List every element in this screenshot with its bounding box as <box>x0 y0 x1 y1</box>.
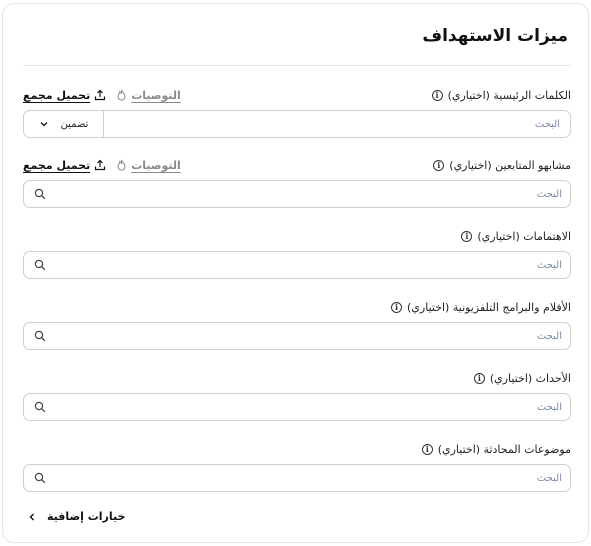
recommendations-label: التوصيات <box>131 158 181 172</box>
keywords-label: الكلمات الرئيسية (اختياري) <box>447 88 571 102</box>
follower-lookalikes-search-box <box>23 180 571 208</box>
keywords-bulk-upload-link[interactable]: تحميل مجمع <box>23 89 106 102</box>
movies-tv-search-input[interactable] <box>82 330 562 342</box>
interests-label: الاهتمامات (اختياري) <box>477 229 571 243</box>
conversation-topics-search-box <box>23 464 571 492</box>
info-icon[interactable]: i <box>433 159 445 171</box>
info-icon[interactable]: i <box>431 89 443 101</box>
follower-lookalikes-search-input[interactable] <box>82 188 562 200</box>
events-search-input[interactable] <box>82 401 562 413</box>
chevron-down-icon <box>40 122 48 127</box>
follower-lookalikes-field: مشابهو المتابعين (اختياري) i التوصيات تح… <box>23 155 571 208</box>
info-icon[interactable]: i <box>391 301 402 313</box>
search-icon <box>34 401 46 413</box>
keywords-recommendations-link[interactable]: التوصيات <box>116 89 181 102</box>
flame-icon <box>117 159 126 171</box>
conversation-topics-label: موضوعات المحادثة (اختياري) <box>437 442 571 456</box>
search-icon <box>34 259 46 271</box>
movies-tv-search-box <box>23 322 571 350</box>
keywords-field: الكلمات الرئيسية (اختياري) i التوصيات تح… <box>23 85 571 138</box>
keywords-search-input[interactable] <box>104 118 570 130</box>
interests-search-box <box>23 251 571 279</box>
lookalikes-recommendations-link[interactable]: التوصيات <box>116 159 181 172</box>
chevron-left-icon <box>29 513 34 520</box>
info-icon[interactable]: i <box>461 230 473 242</box>
lookalikes-bulk-upload-link[interactable]: تحميل مجمع <box>23 159 106 172</box>
search-icon <box>34 472 46 484</box>
more-options-toggle[interactable]: خيارات إضافية <box>27 510 125 523</box>
conversation-topics-search-input[interactable] <box>82 472 562 484</box>
info-icon[interactable]: i <box>473 372 485 384</box>
search-icon <box>34 188 46 200</box>
section-title: ميزات الاستهداف <box>422 26 568 46</box>
flame-icon <box>117 89 126 101</box>
upload-icon <box>95 159 106 171</box>
follower-lookalikes-label: مشابهو المتابعين (اختياري) <box>449 158 571 172</box>
upload-label: تحميل مجمع <box>23 158 91 172</box>
movies-tv-field: الأفلام والبرامج التلفزيونية (اختياري) i <box>23 297 571 350</box>
recommendations-label: التوصيات <box>131 88 181 102</box>
match-type-dropdown[interactable]: تضمين <box>24 111 104 137</box>
events-field: الأحداث (اختياري) i <box>23 368 571 421</box>
interests-field: الاهتمامات (اختياري) i <box>23 226 571 279</box>
upload-label: تحميل مجمع <box>23 88 91 102</box>
info-icon[interactable]: i <box>421 443 433 455</box>
more-options-label: خيارات إضافية <box>47 510 126 523</box>
match-type-value: تضمين <box>60 118 89 130</box>
title-divider <box>23 65 571 66</box>
events-label: الأحداث (اختياري) <box>489 371 571 385</box>
movies-tv-label: الأفلام والبرامج التلفزيونية (اختياري) <box>407 300 571 314</box>
targeting-features-card: ميزات الاستهداف الكلمات الرئيسية (اختيار… <box>2 3 589 543</box>
conversation-topics-field: موضوعات المحادثة (اختياري) i <box>23 439 571 492</box>
search-icon <box>34 330 46 342</box>
upload-icon <box>95 89 106 101</box>
keywords-input-group: تضمين <box>23 110 571 138</box>
events-search-box <box>23 393 571 421</box>
interests-search-input[interactable] <box>82 259 562 271</box>
